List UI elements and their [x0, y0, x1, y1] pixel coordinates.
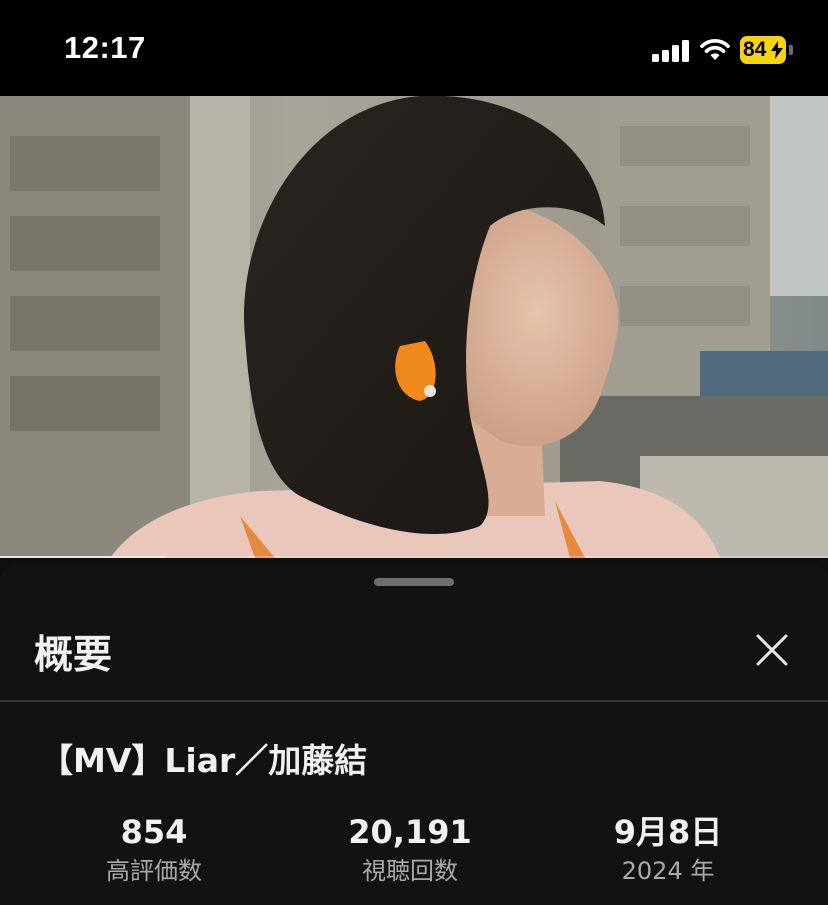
- likes-label: 高評価数: [106, 857, 202, 885]
- drag-handle[interactable]: [374, 578, 454, 586]
- stat-date: 9月8日 2024 年: [558, 812, 778, 888]
- video-title: 【MV】Liar／加藤結: [40, 741, 368, 780]
- views-count: 20,191: [348, 813, 472, 851]
- close-icon[interactable]: [752, 630, 792, 670]
- video-progress-bar[interactable]: [0, 556, 828, 558]
- status-time: 12:17: [64, 30, 146, 65]
- status-bar: 12:17 84: [0, 0, 828, 96]
- likes-count: 854: [120, 813, 188, 851]
- battery-level: 84: [743, 38, 767, 61]
- battery-icon: 84: [740, 36, 794, 64]
- stat-views: 20,191 視聴回数: [300, 812, 520, 888]
- views-label: 視聴回数: [362, 857, 458, 885]
- upload-date: 9月8日: [613, 813, 723, 851]
- stat-likes: 854 高評価数: [44, 812, 264, 888]
- divider: [0, 700, 828, 702]
- panel-title: 概要: [34, 633, 113, 678]
- video-player[interactable]: [0, 96, 828, 558]
- charging-bolt-icon: [771, 41, 783, 59]
- description-panel: 概要 【MV】Liar／加藤結 854 高評価数 20,191 視聴回数 9月8…: [0, 562, 828, 905]
- video-thumbnail: [0, 96, 828, 558]
- upload-year: 2024 年: [621, 857, 715, 885]
- video-progress-fill: [0, 556, 166, 558]
- signal-icon: [652, 40, 689, 62]
- wifi-icon: [700, 39, 730, 60]
